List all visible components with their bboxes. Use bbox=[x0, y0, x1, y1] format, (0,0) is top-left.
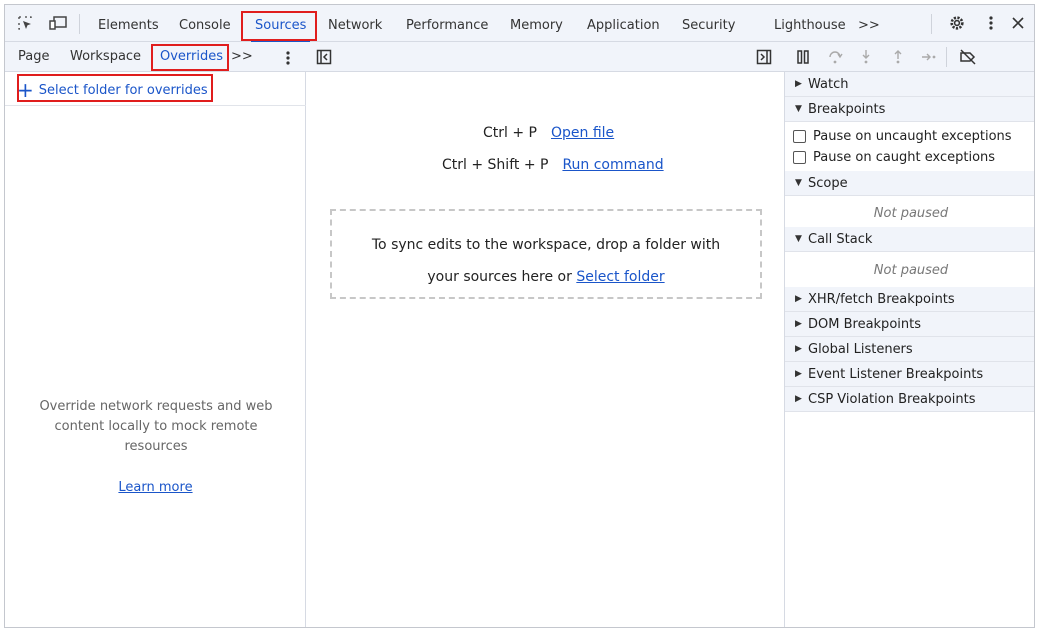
deactivate-breakpoints-icon[interactable] bbox=[959, 49, 976, 65]
select-folder-link[interactable]: Select folder bbox=[576, 269, 664, 285]
shortcut-run-command: Ctrl + Shift + P Run command bbox=[442, 157, 664, 173]
divider bbox=[5, 105, 306, 106]
toolbar-divider bbox=[79, 14, 80, 34]
section-watch[interactable]: ▶ Watch bbox=[785, 72, 1034, 97]
section-scope[interactable]: ▼ Scope bbox=[785, 171, 1034, 196]
triangle-down-icon: ▼ bbox=[795, 234, 802, 244]
step-icon[interactable] bbox=[921, 49, 937, 65]
shortcut-keys: Ctrl + P bbox=[483, 125, 537, 141]
toggle-navigator-icon[interactable] bbox=[316, 49, 332, 65]
step-out-icon[interactable] bbox=[890, 49, 906, 65]
triangle-down-icon: ▼ bbox=[795, 178, 802, 188]
section-dom-breakpoints[interactable]: ▶ DOM Breakpoints bbox=[785, 312, 1034, 337]
triangle-right-icon: ▶ bbox=[795, 319, 802, 329]
open-file-link[interactable]: Open file bbox=[551, 125, 614, 141]
shortcut-open-file: Ctrl + P Open file bbox=[483, 125, 614, 141]
main-toolbar: Elements Console Sources Network Perform… bbox=[5, 5, 1034, 43]
device-toolbar-icon[interactable] bbox=[49, 15, 67, 31]
triangle-right-icon: ▶ bbox=[795, 369, 802, 379]
shortcut-keys: Ctrl + Shift + P bbox=[442, 157, 549, 173]
tab-sources[interactable]: Sources bbox=[250, 18, 311, 43]
navigator-panel: + Select folder for overrides Override n… bbox=[5, 72, 306, 627]
tab-overrides[interactable]: Overrides bbox=[160, 49, 223, 64]
pause-icon[interactable] bbox=[795, 49, 811, 65]
tab-performance[interactable]: Performance bbox=[406, 18, 488, 33]
triangle-down-icon: ▼ bbox=[795, 104, 802, 114]
triangle-right-icon: ▶ bbox=[795, 79, 802, 89]
tab-memory[interactable]: Memory bbox=[510, 18, 563, 33]
pause-uncaught-checkbox[interactable]: Pause on uncaught exceptions bbox=[793, 129, 1012, 144]
toolbar-divider bbox=[931, 14, 932, 34]
gear-icon[interactable] bbox=[949, 15, 965, 31]
tab-network[interactable]: Network bbox=[328, 18, 382, 33]
more-tabs-chevron-icon[interactable]: >> bbox=[858, 18, 880, 33]
tab-elements[interactable]: Elements bbox=[98, 18, 159, 33]
tab-security[interactable]: Security bbox=[682, 18, 735, 33]
close-icon[interactable] bbox=[1010, 15, 1026, 31]
toolbar-divider bbox=[946, 47, 947, 67]
call-stack-status: Not paused bbox=[873, 263, 949, 278]
tab-page[interactable]: Page bbox=[18, 49, 49, 64]
scope-status: Not paused bbox=[873, 206, 949, 221]
editor-panel: Ctrl + P Open file Ctrl + Shift + P Run co… bbox=[306, 72, 784, 627]
more-options-icon[interactable] bbox=[983, 15, 999, 31]
pause-caught-checkbox[interactable]: Pause on caught exceptions bbox=[793, 150, 995, 165]
sources-toolbar: Page Workspace Overrides >> bbox=[5, 42, 1034, 72]
learn-more-link[interactable]: Learn more bbox=[118, 480, 192, 495]
triangle-right-icon: ▶ bbox=[795, 394, 802, 404]
triangle-right-icon: ▶ bbox=[795, 294, 802, 304]
debugger-sidebar: ▶ Watch ▼ Breakpoints Pause on uncaught ex… bbox=[784, 72, 1034, 627]
run-command-link[interactable]: Run command bbox=[562, 157, 663, 173]
select-folder-button[interactable]: + Select folder for overrides bbox=[17, 77, 208, 103]
section-call-stack[interactable]: ▼ Call Stack bbox=[785, 227, 1034, 252]
drop-text: your sources here or bbox=[427, 269, 572, 285]
tab-console[interactable]: Console bbox=[179, 18, 231, 33]
devtools-window: Elements Console Sources Network Perform… bbox=[4, 4, 1035, 628]
toggle-debugger-icon[interactable] bbox=[756, 49, 772, 65]
inspect-element-icon[interactable] bbox=[17, 15, 33, 31]
step-over-icon[interactable] bbox=[827, 49, 843, 65]
drop-text: To sync edits to the workspace, drop a f… bbox=[371, 237, 721, 253]
section-event-listener-breakpoints[interactable]: ▶ Event Listener Breakpoints bbox=[785, 362, 1034, 387]
triangle-right-icon: ▶ bbox=[795, 344, 802, 354]
more-navigator-tabs-chevron-icon[interactable]: >> bbox=[231, 49, 253, 64]
step-into-icon[interactable] bbox=[858, 49, 874, 65]
section-csp-violation-breakpoints[interactable]: ▶ CSP Violation Breakpoints bbox=[785, 387, 1034, 412]
tab-workspace[interactable]: Workspace bbox=[70, 49, 141, 64]
section-global-listeners[interactable]: ▶ Global Listeners bbox=[785, 337, 1034, 362]
navigator-more-options-icon[interactable] bbox=[280, 50, 296, 66]
select-folder-label: Select folder for overrides bbox=[38, 82, 208, 98]
section-xhr-breakpoints[interactable]: ▶ XHR/fetch Breakpoints bbox=[785, 287, 1034, 312]
plus-icon: + bbox=[17, 78, 34, 102]
overrides-message: Override network requests and web conten… bbox=[39, 399, 273, 454]
tab-application[interactable]: Application bbox=[587, 18, 660, 33]
folder-drop-zone[interactable]: To sync edits to the workspace, drop a f… bbox=[330, 209, 762, 299]
section-breakpoints[interactable]: ▼ Breakpoints bbox=[785, 97, 1034, 122]
tab-lighthouse[interactable]: Lighthouse bbox=[774, 18, 846, 33]
